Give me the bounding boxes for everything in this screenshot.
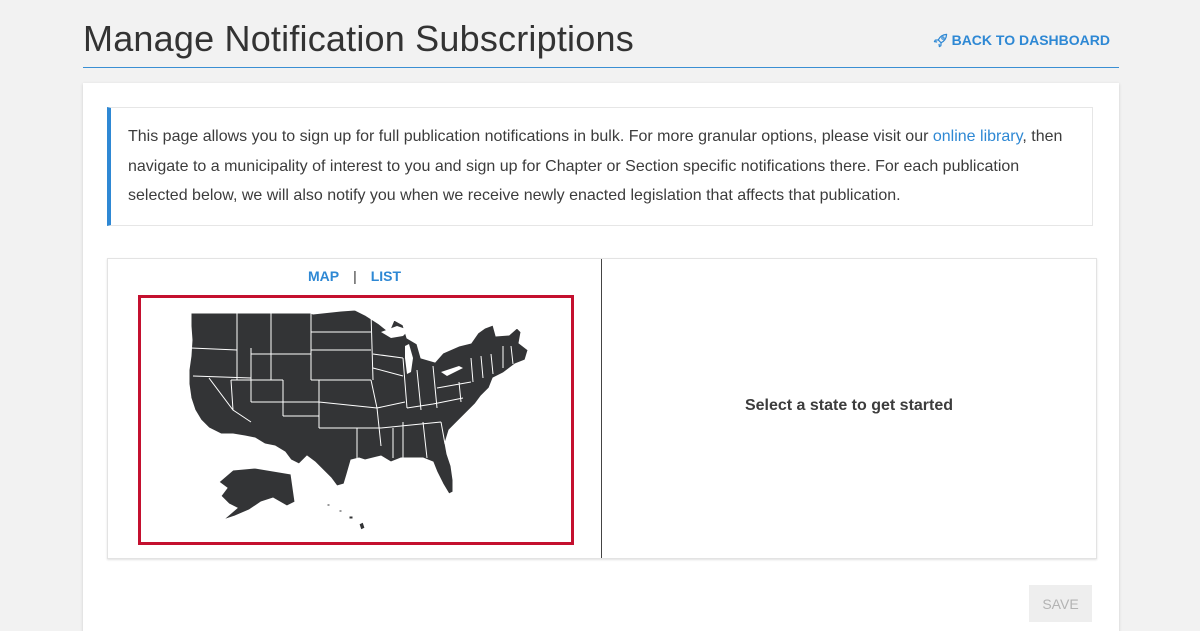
hawaii[interactable]	[326, 503, 366, 531]
us-map	[188, 309, 529, 531]
subscriptions-card: This page allows you to sign up for full…	[83, 83, 1119, 631]
alaska[interactable]	[218, 467, 296, 521]
info-text-start: This page allows you to sign up for full…	[128, 128, 933, 145]
save-button[interactable]: SAVE	[1029, 585, 1092, 622]
state-selector-panel: MAP | LIST Select a state to get started	[107, 258, 1097, 559]
tab-map[interactable]: MAP	[308, 268, 339, 284]
us-map-frame	[138, 295, 574, 545]
online-library-link[interactable]: online library	[933, 128, 1023, 145]
back-to-dashboard-link[interactable]: BACK TO DASHBOARD	[933, 32, 1110, 48]
view-toggle: MAP | LIST	[108, 268, 601, 284]
map-pane: MAP | LIST	[108, 259, 602, 558]
page-title: Manage Notification Subscriptions	[83, 18, 634, 59]
tab-list[interactable]: LIST	[371, 268, 401, 284]
back-to-dashboard-label: BACK TO DASHBOARD	[951, 32, 1110, 48]
us-map-contiguous-states[interactable]	[188, 309, 529, 495]
details-pane: Select a state to get started	[602, 259, 1096, 558]
view-toggle-separator: |	[353, 268, 357, 284]
rocket-icon	[933, 33, 947, 47]
page-header: Manage Notification Subscriptions BACK T…	[83, 0, 1119, 68]
page: Manage Notification Subscriptions BACK T…	[0, 0, 1200, 631]
info-notice: This page allows you to sign up for full…	[107, 107, 1093, 226]
select-state-prompt: Select a state to get started	[744, 397, 954, 414]
